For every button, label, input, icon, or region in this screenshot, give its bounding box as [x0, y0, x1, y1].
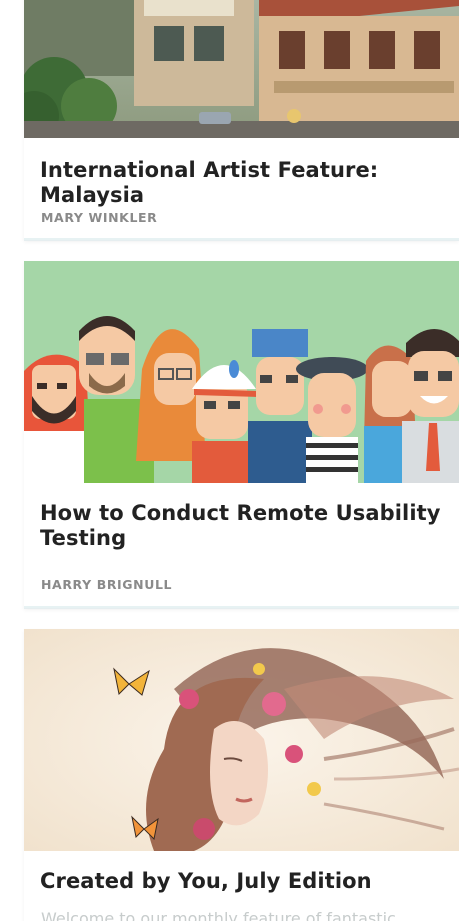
article-thumbnail[interactable] — [24, 629, 459, 851]
article-excerpt: Welcome to our monthly feature of fantas… — [41, 909, 396, 921]
article-card[interactable]: Created by You, July Edition Welcome to … — [24, 629, 459, 921]
article-author[interactable]: MARY WINKLER — [24, 210, 174, 225]
article-author[interactable]: HARRY BRIGNULL — [24, 577, 189, 592]
article-thumbnail[interactable] — [24, 261, 459, 483]
article-card[interactable]: How to Conduct Remote Usability Testing … — [24, 261, 459, 608]
article-card[interactable]: International Artist Feature: Malaysia M… — [24, 0, 459, 240]
article-title[interactable]: How to Conduct Remote Usability Testing — [24, 501, 459, 551]
article-thumbnail[interactable] — [24, 0, 459, 138]
article-title[interactable]: Created by You, July Edition — [24, 869, 388, 894]
article-title[interactable]: International Artist Feature: Malaysia — [24, 158, 459, 208]
